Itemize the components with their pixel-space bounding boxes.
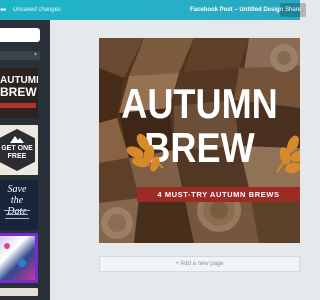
wheat-leaf-icon[interactable]: [119, 122, 169, 172]
menu-icon[interactable]: ⬅: [0, 5, 6, 15]
wheat-leaf-icon[interactable]: [271, 126, 300, 174]
search-input[interactable]: [0, 28, 40, 42]
template-text-line2: BREW: [0, 85, 37, 99]
partial-template[interactable]: [0, 288, 38, 296]
add-page-button[interactable]: + Add a new page: [99, 256, 300, 272]
template-filter-select[interactable]: ▾: [0, 51, 40, 60]
document-title[interactable]: Facebook Post – Untitled Design: [190, 6, 283, 14]
chevron-down-icon: ▾: [33, 52, 37, 58]
get-one-free-template[interactable]: GET ONE FREE: [0, 125, 38, 175]
text-line: [6, 214, 28, 215]
template-banner: [0, 103, 36, 108]
autumn-brew-template[interactable]: AUTUMN BREW: [0, 68, 38, 118]
decorative-dot: [4, 243, 10, 249]
editor-canvas: AUTUMN BREW 4 MUST-TRY AUTUMN BREWS + Ad…: [50, 20, 300, 300]
decorative-dot: [18, 259, 26, 267]
photo-collage-template[interactable]: [0, 233, 38, 283]
template-text-line1: Save: [7, 184, 27, 195]
share-button[interactable]: Share: [280, 3, 306, 17]
headline-line-1[interactable]: AUTUMN: [113, 82, 286, 126]
template-text-line2: FREE: [7, 153, 27, 160]
top-bar: ⬅ Unsaved changes Facebook Post – Untitl…: [0, 0, 306, 20]
template-text-line1: GET ONE: [1, 145, 33, 152]
design-page[interactable]: AUTUMN BREW 4 MUST-TRY AUTUMN BREWS: [99, 38, 300, 243]
template-sidebar: ▾ AUTUMN BREW GET ONE FREE Save the Date: [0, 20, 50, 300]
subtitle-banner[interactable]: 4 MUST-TRY AUTUMN BREWS: [137, 187, 300, 202]
text-line: [5, 218, 29, 219]
mountain-icon: [10, 136, 24, 143]
text-line: [4, 210, 30, 211]
save-the-date-template[interactable]: Save the Date: [0, 180, 38, 230]
unsaved-status: Unsaved changes: [13, 7, 62, 13]
